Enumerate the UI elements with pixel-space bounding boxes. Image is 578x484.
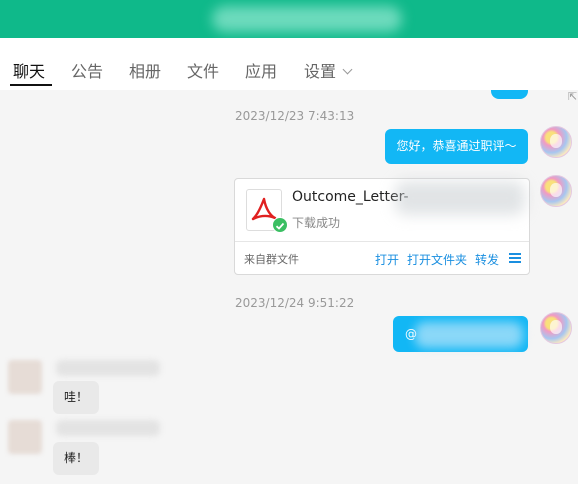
tab-album[interactable]: 相册	[129, 58, 161, 82]
check-icon	[272, 217, 288, 233]
sender-name-blurred	[56, 360, 160, 376]
avatar[interactable]	[8, 360, 42, 394]
active-tab-indicator	[10, 84, 52, 86]
file-name-blurred	[395, 181, 525, 215]
outgoing-message[interactable]: @	[393, 316, 528, 352]
file-message-card[interactable]: Outcome_Letter- 下载成功 来自群文件 打开 打开文件夹 转发	[234, 178, 530, 275]
avatar[interactable]	[540, 175, 572, 207]
tab-announcement[interactable]: 公告	[71, 58, 103, 82]
timestamp: 2023/12/23 7:43:13	[235, 109, 355, 123]
incoming-message[interactable]: 哇！	[53, 381, 99, 414]
expand-arrow-icon[interactable]: ⇱	[568, 90, 577, 103]
avatar[interactable]	[8, 420, 42, 454]
file-status: 下载成功	[292, 216, 341, 230]
outgoing-message[interactable]: 您好，恭喜通过职评～	[385, 129, 528, 164]
incoming-message[interactable]: 棒！	[53, 442, 99, 475]
divider	[235, 241, 529, 242]
avatar[interactable]	[540, 312, 572, 344]
tab-files[interactable]: 文件	[187, 58, 219, 82]
blurred-mention	[415, 322, 523, 348]
tab-settings[interactable]: 设置	[304, 58, 353, 82]
title-bar	[0, 0, 578, 38]
open-folder-link[interactable]: 打开文件夹	[407, 251, 467, 268]
tab-apps[interactable]: 应用	[245, 58, 277, 82]
file-name[interactable]: Outcome_Letter-	[292, 189, 409, 205]
timestamp: 2023/12/24 9:51:22	[235, 296, 355, 310]
open-file-link[interactable]: 打开	[375, 251, 399, 268]
chat-area[interactable]: ⇱ 2023/12/23 7:43:13 您好，恭喜通过职评～ Outcome_…	[0, 90, 578, 484]
sender-name-blurred	[56, 420, 160, 436]
tab-chat[interactable]: 聊天	[13, 58, 45, 82]
forward-link[interactable]: 转发	[475, 251, 499, 268]
title-blurred	[212, 6, 402, 32]
chevron-down-icon	[342, 64, 353, 75]
menu-icon[interactable]	[509, 253, 521, 263]
tab-settings-label: 设置	[304, 62, 337, 81]
tab-bar: 聊天 公告 相册 文件 应用 设置	[0, 38, 578, 102]
previous-message-bubble	[491, 90, 528, 99]
file-source: 来自群文件	[244, 253, 299, 266]
avatar[interactable]	[540, 126, 572, 158]
